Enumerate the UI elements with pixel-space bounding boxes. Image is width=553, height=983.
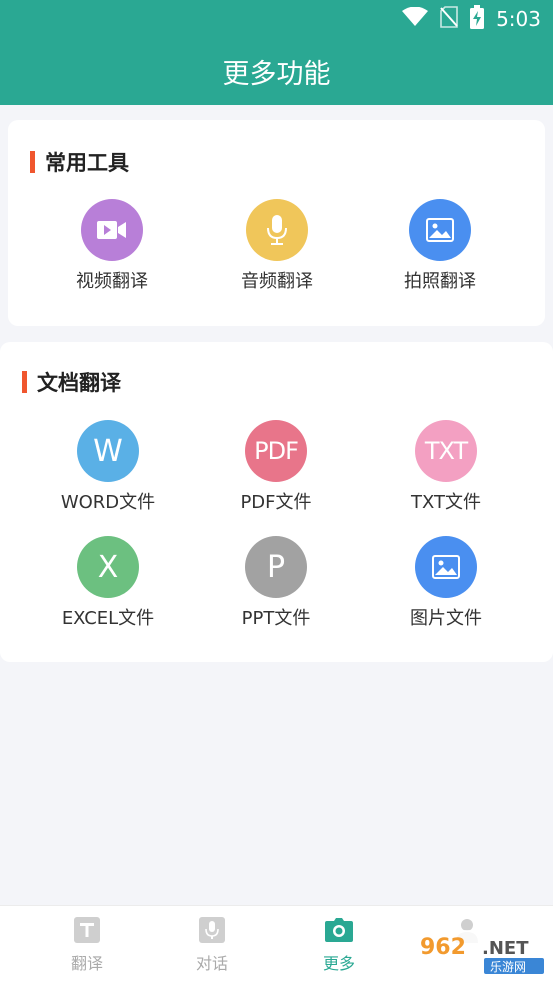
common-tools-header: 常用工具 [30, 147, 129, 177]
camera-icon [324, 916, 354, 944]
tab-translate[interactable]: 翻译 [47, 916, 127, 974]
word-file-button[interactable]: W WORD文件 [43, 420, 173, 514]
tool-label: 视频翻译 [76, 271, 148, 292]
section-accent-bar [22, 371, 27, 393]
section-accent-bar [30, 151, 35, 173]
tab-dialogue[interactable]: 对话 [172, 916, 252, 974]
ppt-file-button[interactable]: P PPT文件 [211, 536, 341, 630]
text-t-icon [72, 916, 102, 944]
audio-translate-button[interactable]: 音频翻译 [212, 199, 342, 293]
txt-icon: TXT [415, 420, 477, 482]
pdf-icon: PDF [245, 420, 307, 482]
image-icon [415, 536, 477, 598]
tool-label: 拍照翻译 [404, 271, 476, 292]
tab-label: 更多 [322, 954, 355, 973]
svg-text:962: 962 [420, 935, 466, 960]
section-title: 文档翻译 [37, 371, 121, 395]
tool-label: TXT文件 [410, 492, 481, 513]
app-header: 5:03 更多功能 [0, 0, 553, 105]
status-icons: 5:03 [402, 4, 541, 34]
tab-label: 翻译 [70, 954, 103, 973]
excel-icon: X [77, 536, 139, 598]
wifi-icon [402, 6, 429, 32]
doc-translate-card: 文档翻译 W WORD文件 PDF PDF文件 TXT TXT文件 X EXCE… [0, 342, 553, 662]
svg-text:.NET: .NET [482, 938, 529, 959]
no-sim-icon [440, 5, 458, 33]
ppt-icon: P [245, 536, 307, 598]
tool-label: WORD文件 [60, 492, 156, 513]
svg-text:乐游网: 乐游网 [490, 960, 526, 974]
microphone-icon [246, 199, 308, 261]
doc-translate-header: 文档翻译 [22, 367, 121, 397]
video-icon [81, 199, 143, 261]
image-icon [409, 199, 471, 261]
pdf-file-button[interactable]: PDF PDF文件 [211, 420, 341, 514]
page-title: 更多功能 [222, 59, 331, 90]
tool-label: PPT文件 [241, 608, 311, 629]
section-title: 常用工具 [45, 151, 129, 175]
tool-label: EXCEL文件 [61, 608, 155, 629]
txt-file-button[interactable]: TXT TXT文件 [381, 420, 511, 514]
tool-label: PDF文件 [240, 492, 312, 513]
common-tools-card: 常用工具 视频翻译 音频翻译 拍照翻译 [8, 120, 545, 326]
word-icon: W [77, 420, 139, 482]
video-translate-button[interactable]: 视频翻译 [47, 199, 177, 293]
tab-label: 对话 [195, 954, 228, 973]
tool-label: 图片文件 [410, 608, 482, 629]
watermark-logo: 962 .NET 乐游网 [414, 930, 548, 976]
tool-label: 音频翻译 [241, 271, 313, 292]
battery-charging-icon [470, 4, 485, 34]
excel-file-button[interactable]: X EXCEL文件 [43, 536, 173, 630]
image-file-button[interactable]: 图片文件 [381, 536, 511, 630]
status-bar: 5:03 [0, 0, 553, 38]
photo-translate-button[interactable]: 拍照翻译 [375, 199, 505, 293]
status-time: 5:03 [496, 7, 541, 31]
microphone-icon [197, 916, 227, 944]
tab-more[interactable]: 更多 [299, 916, 379, 974]
